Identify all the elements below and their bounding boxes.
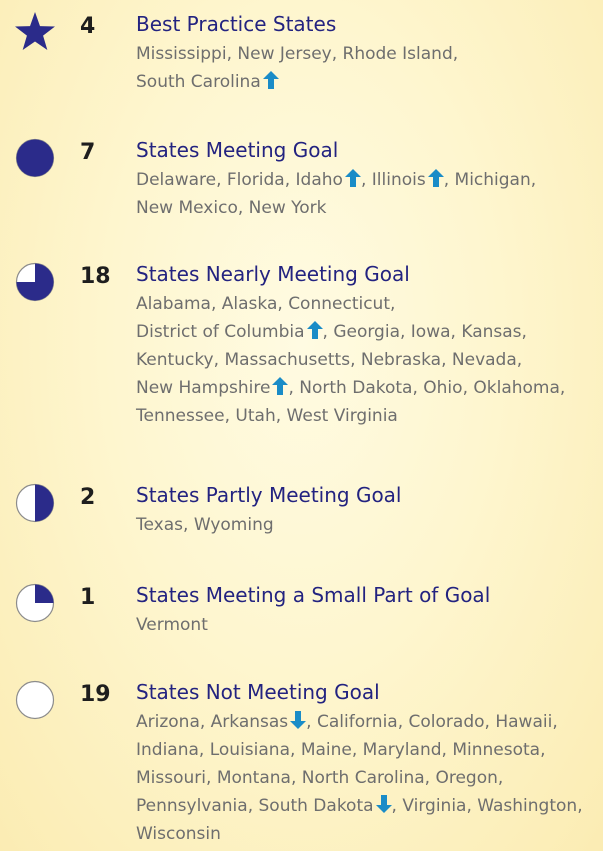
state-name: Washington xyxy=(477,796,578,816)
state-name: Montana xyxy=(216,768,291,788)
state-name: Ohio xyxy=(423,378,463,398)
arrow-down-icon xyxy=(290,711,307,729)
state-count: 18 xyxy=(80,264,111,289)
state-list: Vermont xyxy=(136,611,591,639)
state-name: Pennsylvania xyxy=(136,796,248,816)
state-count: 7 xyxy=(80,140,96,165)
state-name: Maine xyxy=(300,740,352,760)
state-list: Arizona, Arkansas, California, Colorado,… xyxy=(136,711,583,844)
state-list: Delaware, Florida, Idaho, Illinois, Mich… xyxy=(136,169,537,218)
three-quarter-circle-icon xyxy=(15,262,55,302)
state-name: Nevada xyxy=(451,350,517,370)
state-name: Missouri xyxy=(136,768,206,788)
state-name: North Dakota xyxy=(299,378,413,398)
state-name: Wyoming xyxy=(193,515,274,535)
arrow-up-icon xyxy=(427,169,444,187)
state-name: Indiana xyxy=(136,740,199,760)
state-name: Iowa xyxy=(410,322,451,342)
state-name: Connecticut xyxy=(288,294,390,314)
group-title: Best Practice States xyxy=(136,12,337,36)
group-title: States Partly Meeting Goal xyxy=(136,483,402,507)
state-name: Texas xyxy=(136,515,183,535)
state-name: Maryland xyxy=(362,740,442,760)
state-list: Mississippi, New Jersey, Rhode Island, S… xyxy=(136,44,459,92)
empty-circle-icon xyxy=(15,680,55,720)
star-icon xyxy=(15,12,55,52)
quarter-circle-icon xyxy=(15,583,55,623)
state-name: Florida xyxy=(226,170,285,190)
full-circle-icon xyxy=(15,138,55,178)
half-circle-icon xyxy=(15,483,55,523)
state-name: Alaska xyxy=(221,294,278,314)
state-name: Tennessee xyxy=(136,406,225,426)
state-name: Utah xyxy=(235,406,276,426)
state-name: Wisconsin xyxy=(136,824,221,844)
state-list: Alabama, Alaska, Connecticut, District o… xyxy=(136,294,566,426)
state-name: District of Columbia xyxy=(136,322,305,342)
state-name: New Hampshire xyxy=(136,378,271,398)
group-title: States Meeting a Small Part of Goal xyxy=(136,583,491,607)
group-title: States Not Meeting Goal xyxy=(136,680,380,704)
state-name: Arizona xyxy=(136,712,200,732)
state-name: West Virginia xyxy=(286,406,398,426)
arrow-up-icon xyxy=(272,377,289,395)
state-name: Louisiana xyxy=(209,740,290,760)
state-name: Delaware xyxy=(136,170,217,190)
state-name: Oregon xyxy=(435,768,498,788)
state-name: New Jersey xyxy=(237,44,332,64)
state-name: Virginia xyxy=(402,796,467,816)
state-name: South Dakota xyxy=(258,796,374,816)
state-name: Alabama xyxy=(136,294,211,314)
state-name: Massachusetts xyxy=(224,350,351,370)
state-name: Arkansas xyxy=(210,712,289,732)
state-name: Michigan xyxy=(454,170,531,190)
group-title: States Meeting Goal xyxy=(136,138,339,162)
state-name: Vermont xyxy=(136,615,208,635)
state-list: Texas, Wyoming xyxy=(136,515,274,535)
state-name: Rhode Island xyxy=(342,44,453,64)
arrow-up-icon xyxy=(344,169,361,187)
state-count: 1 xyxy=(80,585,96,610)
state-count: 19 xyxy=(80,682,111,707)
arrow-down-icon xyxy=(375,795,392,813)
state-name: Kansas xyxy=(461,322,522,342)
state-name: North Carolina xyxy=(301,768,425,788)
state-name: South Carolina xyxy=(136,72,261,92)
state-name: New York xyxy=(248,198,327,218)
state-name: Illinois xyxy=(371,170,426,190)
arrow-up-icon xyxy=(306,321,323,339)
state-name: Idaho xyxy=(295,170,343,190)
state-name: Oklahoma xyxy=(473,378,560,398)
state-name: Minnesota xyxy=(452,740,541,760)
state-name: California xyxy=(316,712,398,732)
state-count: 2 xyxy=(80,485,96,510)
state-name: Mississippi xyxy=(136,44,227,64)
state-name: New Mexico xyxy=(136,198,238,218)
state-count: 4 xyxy=(80,14,96,39)
state-name: Colorado xyxy=(408,712,485,732)
arrow-up-icon xyxy=(262,71,279,89)
state-name: Georgia xyxy=(333,322,400,342)
group-title: States Nearly Meeting Goal xyxy=(136,262,410,286)
state-name: Kentucky xyxy=(136,350,214,370)
state-name: Nebraska xyxy=(360,350,442,370)
state-name: Hawaii xyxy=(495,712,553,732)
